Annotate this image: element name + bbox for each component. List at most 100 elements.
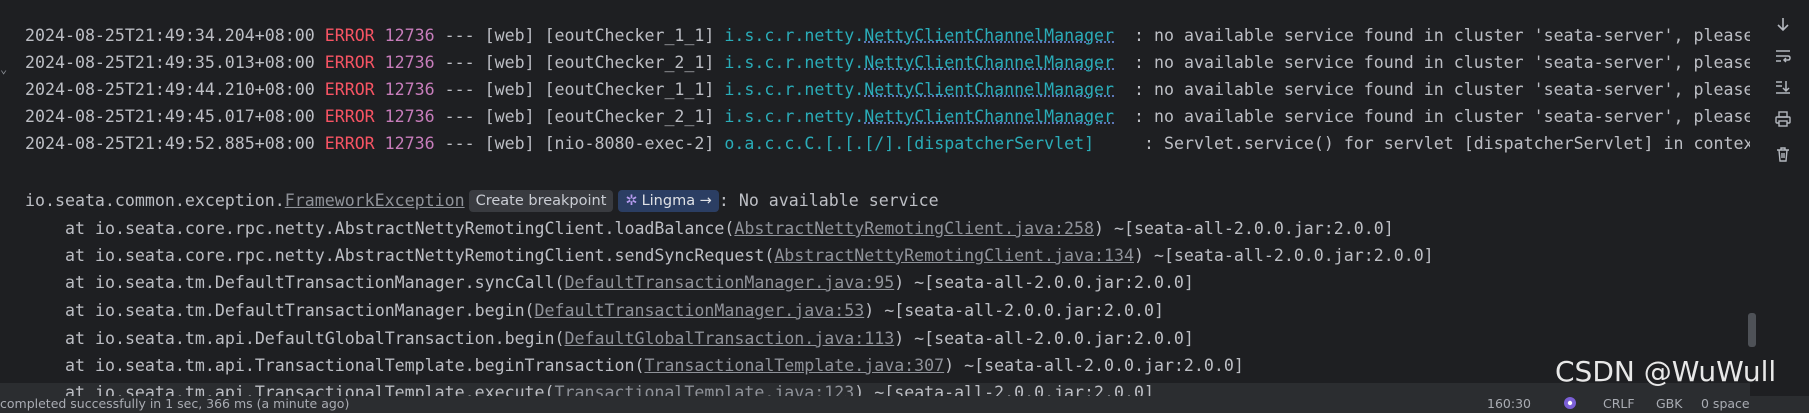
log-message: : no available service found in cluster … — [1134, 26, 1750, 45]
stack-frame-method: at io.seata.tm.api.TransactionalTemplate… — [65, 356, 645, 375]
log-separator: --- — [444, 26, 475, 45]
stack-frame: at io.seata.tm.DefaultTransactionManager… — [65, 269, 1194, 296]
stack-frame: at io.seata.core.rpc.netty.AbstractNetty… — [65, 215, 1394, 242]
stack-frame-source-link[interactable]: AbstractNettyRemotingClient.java:134 — [774, 246, 1134, 265]
create-breakpoint-button[interactable]: Create breakpoint — [468, 190, 614, 212]
log-timestamp: 2024-08-25T21:49:45.017+08:00 — [25, 107, 315, 126]
indent-setting[interactable]: 0 space — [1701, 396, 1750, 411]
log-logger-class[interactable]: NettyClientChannelManager — [864, 80, 1114, 99]
console-output: ⌄ 2024-08-25T21:49:34.204+08:00 ERROR 12… — [0, 0, 1750, 396]
scroll-down-icon[interactable] — [1770, 74, 1796, 100]
stack-frame-source-link[interactable]: DefaultGlobalTransaction.java:113 — [565, 329, 895, 348]
exception-message: : No available service — [718, 191, 939, 210]
file-encoding[interactable]: GBK — [1656, 396, 1682, 411]
stack-frame-jar: ) ~[seata-all-2.0.0.jar:2.0.0] — [864, 301, 1164, 320]
log-timestamp: 2024-08-25T21:49:34.204+08:00 — [25, 26, 315, 45]
log-level: ERROR — [324, 134, 375, 153]
stack-frame-jar: ) ~[seata-all-2.0.0.jar:2.0.0] — [1133, 246, 1434, 265]
lingma-icon: ✲ — [625, 193, 638, 209]
cursor-position[interactable]: 160:30 — [1487, 396, 1531, 411]
exception-line: io.seata.common.exception.FrameworkExcep… — [25, 187, 939, 214]
log-thread: [nio-8080-exec-2] — [544, 134, 715, 153]
left-gutter: ⌄ — [0, 0, 14, 396]
log-line: 2024-08-25T21:49:44.210+08:00 ERROR 1273… — [25, 76, 1750, 103]
stack-frame: at io.seata.tm.DefaultTransactionManager… — [65, 297, 1164, 324]
soft-wrap-icon[interactable] — [1770, 43, 1796, 69]
log-message: : Servlet.service() for servlet [dispatc… — [1144, 134, 1750, 153]
log-separator: --- — [444, 80, 475, 99]
stack-frame-jar: ) ~[seata-all-2.0.0.jar:2.0.0] — [854, 383, 1154, 396]
stack-frame-method: at io.seata.tm.DefaultTransactionManager… — [65, 301, 535, 320]
log-app: [web] — [484, 107, 535, 126]
console-toolbar — [1759, 0, 1809, 396]
log-logger-class[interactable]: NettyClientChannelManager — [864, 107, 1114, 126]
log-logger-package: o.a.c.c. — [724, 134, 805, 153]
stack-frame-jar: ) ~[seata-all-2.0.0.jar:2.0.0] — [944, 356, 1244, 375]
stack-frame-jar: ) ~[seata-all-2.0.0.jar:2.0.0] — [1094, 219, 1394, 238]
stack-frame-source-link[interactable]: TransactionalTemplate.java:123 — [555, 383, 855, 396]
log-level: ERROR — [324, 107, 375, 126]
log-logger-class[interactable]: NettyClientChannelManager — [864, 53, 1114, 72]
vertical-scrollbar-thumb[interactable] — [1748, 313, 1756, 347]
log-app: [web] — [484, 80, 535, 99]
log-pid: 12736 — [384, 107, 435, 126]
stack-frame-method: at io.seata.tm.api.DefaultGlobalTransact… — [65, 329, 565, 348]
log-level: ERROR — [324, 80, 375, 99]
log-logger-package: i.s.c.r.netty. — [724, 107, 865, 126]
log-thread: [eoutChecker_1_1] — [544, 26, 715, 45]
log-pid: 12736 — [384, 80, 435, 99]
print-icon[interactable] — [1770, 106, 1796, 132]
log-message: : no available service found in cluster … — [1134, 80, 1750, 99]
log-line: 2024-08-25T21:49:45.017+08:00 ERROR 1273… — [25, 103, 1750, 130]
stack-frame: at io.seata.core.rpc.netty.AbstractNetty… — [65, 242, 1434, 269]
log-separator: --- — [444, 107, 475, 126]
stack-frame-source-link[interactable]: DefaultTransactionManager.java:95 — [565, 273, 895, 292]
status-bar: completed successfully in 1 sec, 366 ms … — [0, 396, 1809, 413]
log-app: [web] — [484, 26, 535, 45]
log-logger-class[interactable]: C.[.[.[/].[dispatcherServlet] — [804, 134, 1094, 153]
stack-frame-method: at io.seata.core.rpc.netty.AbstractNetty… — [65, 246, 775, 265]
log-timestamp: 2024-08-25T21:49:44.210+08:00 — [25, 80, 315, 99]
stack-frame-method: at io.seata.core.rpc.netty.AbstractNetty… — [65, 219, 735, 238]
log-message: : no available service found in cluster … — [1134, 107, 1750, 126]
exception-class-link[interactable]: FrameworkException — [285, 191, 465, 210]
lingma-ai-button[interactable]: ✲ Lingma → — [618, 190, 719, 212]
stack-frame-source-link[interactable]: DefaultTransactionManager.java:53 — [535, 301, 865, 320]
log-app: [web] — [484, 134, 535, 153]
log-logger-package: i.s.c.r.netty. — [724, 26, 865, 45]
log-logger-package: i.s.c.r.netty. — [724, 80, 865, 99]
log-thread: [eoutChecker_1_1] — [544, 80, 715, 99]
log-separator: --- — [444, 134, 475, 153]
log-line: 2024-08-25T21:49:35.013+08:00 ERROR 1273… — [25, 49, 1750, 76]
stack-frame: at io.seata.tm.api.TransactionalTemplate… — [65, 352, 1244, 379]
log-app: [web] — [484, 53, 535, 72]
log-logger-package: i.s.c.r.netty. — [724, 53, 865, 72]
clear-all-icon[interactable] — [1770, 141, 1796, 167]
log-pid: 12736 — [384, 134, 435, 153]
ai-status-icon[interactable] — [1563, 396, 1577, 413]
stack-frame-source-link[interactable]: AbstractNettyRemotingClient.java:258 — [734, 219, 1094, 238]
log-pid: 12736 — [384, 26, 435, 45]
log-timestamp: 2024-08-25T21:49:35.013+08:00 — [25, 53, 315, 72]
scroll-to-end-icon[interactable] — [1770, 12, 1796, 38]
chevron-down-icon[interactable]: ⌄ — [0, 62, 7, 76]
log-separator: --- — [444, 53, 475, 72]
log-pid: 12736 — [384, 53, 435, 72]
log-message: : no available service found in cluster … — [1134, 53, 1750, 72]
stack-frame-method: at io.seata.tm.DefaultTransactionManager… — [65, 273, 565, 292]
log-level: ERROR — [324, 26, 375, 45]
log-timestamp: 2024-08-25T21:49:52.885+08:00 — [25, 134, 315, 153]
stack-frame-jar: ) ~[seata-all-2.0.0.jar:2.0.0] — [894, 273, 1194, 292]
stack-frame: at io.seata.tm.api.DefaultGlobalTransact… — [65, 325, 1194, 352]
stack-frame-source-link[interactable]: TransactionalTemplate.java:307 — [644, 356, 944, 375]
log-line: 2024-08-25T21:49:34.204+08:00 ERROR 1273… — [25, 22, 1750, 49]
stack-frame: at io.seata.tm.api.TransactionalTemplate… — [65, 379, 1154, 396]
watermark: CSDN @WuWull — [1555, 355, 1777, 388]
log-logger-class[interactable]: NettyClientChannelManager — [864, 26, 1114, 45]
line-separator[interactable]: CRLF — [1603, 396, 1635, 411]
exception-package: io.seata.common.exception. — [25, 191, 285, 210]
log-level: ERROR — [324, 53, 375, 72]
log-thread: [eoutChecker_2_1] — [544, 107, 715, 126]
lingma-label: Lingma → — [641, 193, 712, 209]
status-message[interactable]: completed successfully in 1 sec, 366 ms … — [0, 396, 349, 411]
